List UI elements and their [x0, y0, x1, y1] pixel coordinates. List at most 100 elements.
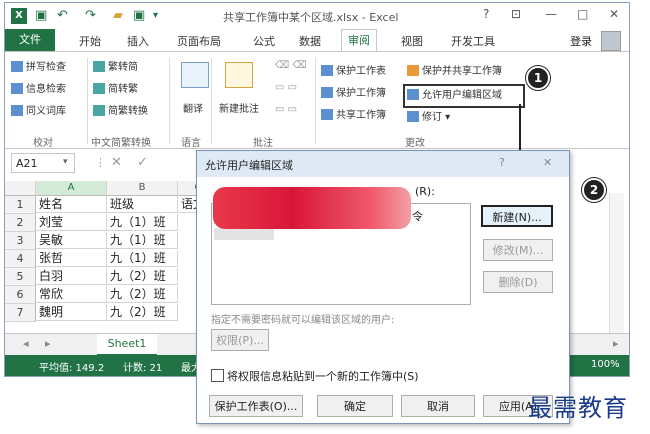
- allow-users-edit-ranges-dialog: 允许用户编辑区域 ? ✕ (R): 令 新建(N)... 修改(M)... 删除…: [196, 150, 570, 424]
- protect-sheet-button[interactable]: 保护工作表: [321, 62, 386, 77]
- ribbon-display-button[interactable]: ⊡: [511, 7, 521, 21]
- translate-button[interactable]: 翻译: [183, 100, 203, 115]
- name-box-dropdown-icon[interactable]: ▾: [63, 157, 68, 167]
- paste-permissions-checkbox[interactable]: [211, 369, 224, 382]
- tab-data[interactable]: 数据: [299, 33, 321, 49]
- zoom-level[interactable]: 100%: [591, 359, 620, 370]
- cell[interactable]: 吴敏: [36, 232, 107, 249]
- tab-view[interactable]: 视图: [401, 33, 423, 49]
- simplified-to-traditional-button[interactable]: 简转繁: [93, 80, 138, 95]
- quick-save-icon[interactable]: ▣: [133, 8, 145, 24]
- convert-icon: [93, 61, 105, 72]
- simplified-traditional-conversion-button[interactable]: 简繁转换: [93, 102, 148, 117]
- cell[interactable]: 姓名: [36, 196, 107, 213]
- cell[interactable]: 九（2）班: [107, 286, 178, 303]
- column-header-b[interactable]: B: [107, 181, 178, 196]
- group-label-language: 语言: [181, 138, 201, 149]
- undo-icon[interactable]: ↶: [57, 8, 68, 24]
- worksheet-grid[interactable]: A B C 1 2 3 4 5 6 7 姓名 班级 语文 刘莹 九（1）班 吴敏…: [5, 181, 219, 331]
- delete-range-button[interactable]: 删除(D): [483, 271, 553, 293]
- login-link[interactable]: 登录: [570, 33, 592, 49]
- ribbon-divider: [315, 58, 316, 144]
- redo-icon[interactable]: ↷: [85, 8, 96, 24]
- permissions-button[interactable]: 权限(P)...: [211, 329, 269, 351]
- cell[interactable]: 张哲: [36, 250, 107, 267]
- tab-file[interactable]: 文件: [5, 29, 55, 51]
- cell[interactable]: 刘莹: [36, 214, 107, 231]
- ok-button[interactable]: 确定: [317, 395, 393, 417]
- spell-check-button[interactable]: 拼写检查: [11, 58, 66, 73]
- column-header-a[interactable]: A: [36, 181, 107, 196]
- share-workbook-icon: [321, 109, 333, 120]
- cell[interactable]: 九（2）班: [107, 268, 178, 285]
- ink-comment-icon[interactable]: ▭ ▭: [275, 104, 297, 115]
- sheet-tab-sheet1[interactable]: Sheet1: [97, 334, 157, 356]
- open-folder-icon[interactable]: ▰: [113, 8, 123, 24]
- tab-review[interactable]: 审阅: [341, 29, 377, 52]
- ribbon-divider: [211, 58, 212, 144]
- cancel-entry-button[interactable]: ✕: [111, 155, 122, 170]
- maximize-button[interactable]: □: [577, 7, 588, 21]
- dialog-close-button[interactable]: ✕: [543, 156, 552, 169]
- customize-qat-icon[interactable]: ▾: [153, 8, 158, 24]
- row-header[interactable]: 2: [5, 214, 36, 232]
- new-comment-button[interactable]: 新建批注: [219, 100, 259, 115]
- enter-button[interactable]: ✓: [137, 155, 148, 170]
- thesaurus-button[interactable]: 同义词库: [11, 102, 66, 117]
- cell[interactable]: 九（2）班: [107, 304, 178, 321]
- modify-range-button[interactable]: 修改(M)...: [483, 239, 553, 261]
- cell[interactable]: 班级: [107, 196, 178, 213]
- window-title: 共享工作簿中某个区域.xlsx - Excel: [223, 11, 399, 24]
- cell[interactable]: 魏明: [36, 304, 107, 321]
- minimize-button[interactable]: —: [545, 7, 557, 21]
- protect-share-icon: [407, 65, 419, 76]
- dialog-title-bar: 允许用户编辑区域 ? ✕: [197, 151, 569, 177]
- row-header[interactable]: 1: [5, 196, 36, 214]
- show-comment-icon[interactable]: ▭ ▭: [275, 82, 297, 93]
- paste-permissions-label: 将权限信息粘贴到一个新的工作簿中(S): [227, 370, 419, 383]
- row-header[interactable]: 5: [5, 268, 36, 286]
- scroll-right-icon[interactable]: ▸: [45, 337, 51, 350]
- delete-comment-icon[interactable]: ⌫ ⌫: [275, 60, 306, 71]
- close-button[interactable]: ✕: [609, 7, 619, 21]
- save-icon[interactable]: ▣: [35, 8, 47, 24]
- track-changes-button[interactable]: 修订 ▾: [407, 108, 450, 123]
- protect-workbook-button[interactable]: 保护工作簿: [321, 84, 386, 99]
- row-header[interactable]: 3: [5, 232, 36, 250]
- row-header[interactable]: 4: [5, 250, 36, 268]
- cell[interactable]: 九（1）班: [107, 250, 178, 267]
- select-all-corner[interactable]: [5, 181, 36, 196]
- protect-and-share-button[interactable]: 保护并共享工作簿: [407, 62, 502, 77]
- help-button[interactable]: ?: [483, 7, 489, 21]
- row-header[interactable]: 7: [5, 304, 36, 322]
- new-range-button[interactable]: 新建(N)...: [481, 205, 553, 227]
- scroll-left-icon[interactable]: ◂: [23, 337, 29, 350]
- avatar[interactable]: [601, 31, 621, 51]
- protect-sheet-dialog-button[interactable]: 保护工作表(O)...: [209, 395, 303, 417]
- thesaurus-icon: [11, 105, 23, 116]
- ribbon-divider: [169, 58, 170, 144]
- tab-page-layout[interactable]: 页面布局: [177, 33, 221, 49]
- tab-formulas[interactable]: 公式: [253, 33, 275, 49]
- tab-insert[interactable]: 插入: [127, 33, 149, 49]
- vertical-scrollbar[interactable]: [609, 193, 624, 333]
- cancel-button[interactable]: 取消: [401, 395, 475, 417]
- cell[interactable]: 常欣: [36, 286, 107, 303]
- dialog-help-button[interactable]: ?: [499, 156, 505, 169]
- cell[interactable]: 九（1）班: [107, 232, 178, 249]
- hscroll-right-icon[interactable]: ▸: [613, 337, 619, 350]
- cell[interactable]: 九（1）班: [107, 214, 178, 231]
- cell[interactable]: 白羽: [36, 268, 107, 285]
- group-label-chinese: 中文简繁转换: [91, 138, 151, 149]
- new-comment-icon: [225, 62, 253, 88]
- research-button[interactable]: 信息检索: [11, 80, 66, 95]
- tab-developer[interactable]: 开发工具: [451, 33, 495, 49]
- share-workbook-button[interactable]: 共享工作簿: [321, 106, 386, 121]
- traditional-to-simplified-button[interactable]: 繁转简: [93, 58, 138, 73]
- tab-home[interactable]: 开始: [79, 33, 101, 49]
- row-header[interactable]: 6: [5, 286, 36, 304]
- callout-2: 2: [582, 178, 606, 202]
- redacted-row: [214, 228, 274, 240]
- protect-sheet-icon: [321, 65, 333, 76]
- research-icon: [11, 83, 23, 94]
